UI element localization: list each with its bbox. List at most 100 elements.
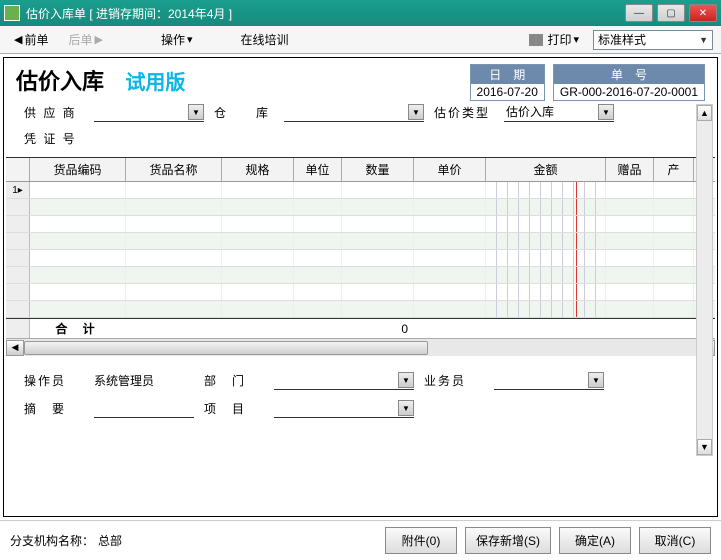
type-label: 估价类型 xyxy=(434,104,494,121)
next-doc-button[interactable]: 后单▶ xyxy=(62,29,108,50)
caret-down-icon: ▼ xyxy=(598,104,614,120)
scroll-track-v[interactable] xyxy=(697,121,712,439)
col-name[interactable]: 货品名称 xyxy=(126,158,222,181)
project-label: 项 目 xyxy=(204,400,264,417)
arrow-right-icon: ▶ xyxy=(95,33,103,46)
scroll-up-button[interactable]: ▲ xyxy=(697,105,712,121)
h-scrollbar[interactable]: ◀ ▶ xyxy=(6,338,715,356)
col-index xyxy=(6,158,30,181)
date-label: 日 期 xyxy=(471,65,544,84)
dept-combo[interactable]: ▼ xyxy=(274,370,414,390)
save-new-button[interactable]: 保存新增(S) xyxy=(465,527,551,554)
print-icon xyxy=(529,34,543,46)
training-link[interactable]: 在线培训 xyxy=(235,29,295,50)
ok-button[interactable]: 确定(A) xyxy=(559,527,631,554)
table-row[interactable] xyxy=(6,199,715,216)
col-unit[interactable]: 单位 xyxy=(294,158,342,181)
dept-label: 部 门 xyxy=(204,372,264,389)
next-label: 后单 xyxy=(68,31,92,48)
minimize-button[interactable]: — xyxy=(625,4,653,22)
warehouse-label: 仓 库 xyxy=(214,104,274,121)
table-row[interactable] xyxy=(6,216,715,233)
style-select[interactable]: 标准样式 ▼ xyxy=(593,30,713,50)
total-label: 合 计 xyxy=(30,320,126,337)
prev-doc-button[interactable]: ◀前单 xyxy=(8,29,54,50)
col-price[interactable]: 单价 xyxy=(414,158,486,181)
summary-label: 摘 要 xyxy=(24,400,84,417)
table-row[interactable] xyxy=(6,182,715,199)
col-product[interactable]: 产 xyxy=(654,158,694,181)
total-qty: 0 xyxy=(342,322,414,336)
docno-label: 单 号 xyxy=(554,65,704,84)
trial-badge: 试用版 xyxy=(125,72,185,94)
operator-value: 系统管理员 xyxy=(94,372,194,389)
table-row[interactable] xyxy=(6,250,715,267)
type-value: 估价入库 xyxy=(504,103,554,120)
date-badge: 日 期 2016-07-20 xyxy=(470,64,545,101)
caret-down-icon: ▼ xyxy=(398,400,414,416)
warehouse-combo[interactable]: ▼ xyxy=(284,102,424,122)
window-controls: — ▢ ✕ xyxy=(625,4,717,22)
operator-label: 操作员 xyxy=(24,372,84,389)
branch-info: 分支机构名称： 总部 xyxy=(10,532,377,549)
supplier-combo[interactable]: ▼ xyxy=(94,102,204,122)
docno-badge: 单 号 GR-000-2016-07-20-0001 xyxy=(553,64,705,101)
caret-down-icon: ▾ xyxy=(187,33,193,46)
scroll-down-button[interactable]: ▼ xyxy=(697,439,712,455)
grid: 货品编码 货品名称 规格 单位 数量 单价 金额 赠品 产 合 计 0 ◀ xyxy=(6,157,715,356)
toolbar: ◀前单 后单▶ 操作▾ 在线培训 打印▾ 标准样式 ▼ xyxy=(0,26,721,54)
caret-down-icon: ▼ xyxy=(699,35,708,45)
caret-down-icon: ▼ xyxy=(188,104,204,120)
prev-label: 前单 xyxy=(24,31,48,48)
maximize-button[interactable]: ▢ xyxy=(657,4,685,22)
type-combo[interactable]: 估价入库 ▼ xyxy=(504,102,614,122)
doc-header: 估价入库 试用版 日 期 2016-07-20 单 号 GR-000-2016-… xyxy=(4,58,717,98)
document-panel: 估价入库 试用版 日 期 2016-07-20 单 号 GR-000-2016-… xyxy=(3,57,718,517)
summary-input[interactable] xyxy=(94,398,194,418)
header-badges: 日 期 2016-07-20 单 号 GR-000-2016-07-20-000… xyxy=(470,64,705,101)
scroll-thumb[interactable] xyxy=(24,341,428,355)
total-row: 合 计 0 xyxy=(6,318,715,338)
cancel-button[interactable]: 取消(C) xyxy=(639,527,711,554)
voucher-label: 凭 证 号 xyxy=(24,130,84,147)
print-button[interactable]: 打印▾ xyxy=(523,29,585,50)
operate-menu[interactable]: 操作▾ xyxy=(155,29,199,50)
sales-label: 业务员 xyxy=(424,372,484,389)
arrow-left-icon: ◀ xyxy=(14,33,22,46)
table-row[interactable] xyxy=(6,233,715,250)
col-qty[interactable]: 数量 xyxy=(342,158,414,181)
caret-down-icon: ▾ xyxy=(573,33,579,46)
grid-body[interactable] xyxy=(6,182,715,318)
attachment-button[interactable]: 附件(0) xyxy=(385,527,457,554)
col-code[interactable]: 货品编码 xyxy=(30,158,126,181)
caret-down-icon: ▼ xyxy=(408,104,424,120)
date-value: 2016-07-20 xyxy=(471,84,544,100)
sales-combo[interactable]: ▼ xyxy=(494,370,604,390)
docno-value: GR-000-2016-07-20-0001 xyxy=(554,84,704,100)
branch-value: 总部 xyxy=(98,532,122,549)
status-bar: 分支机构名称： 总部 附件(0) 保存新增(S) 确定(A) 取消(C) xyxy=(0,520,721,560)
form-row-1: 供 应 商 ▼ 仓 库 ▼ 估价类型 估价入库 ▼ xyxy=(4,98,717,126)
supplier-label: 供 应 商 xyxy=(24,104,84,121)
table-row[interactable] xyxy=(6,267,715,284)
table-row[interactable] xyxy=(6,301,715,318)
close-button[interactable]: ✕ xyxy=(689,4,717,22)
style-value: 标准样式 xyxy=(598,31,646,48)
caret-down-icon: ▼ xyxy=(398,372,414,388)
doc-title: 估价入库 xyxy=(16,64,104,96)
project-combo[interactable]: ▼ xyxy=(274,398,414,418)
caret-down-icon: ▼ xyxy=(588,372,604,388)
v-scrollbar[interactable]: ▲ ▼ xyxy=(696,104,713,456)
col-spec[interactable]: 规格 xyxy=(222,158,294,181)
scroll-left-button[interactable]: ◀ xyxy=(6,340,24,356)
window-title: 估价入库单 [ 进销存期间：2014年4月 ] xyxy=(26,5,625,22)
table-row[interactable] xyxy=(6,284,715,301)
scroll-track[interactable] xyxy=(24,340,697,356)
training-label: 在线培训 xyxy=(241,31,289,48)
app-icon xyxy=(4,5,20,21)
lower-form: 操作员 系统管理员 部 门 ▼ 业务员 ▼ 摘 要 项 目 ▼ xyxy=(4,356,717,432)
title-bar: 估价入库单 [ 进销存期间：2014年4月 ] — ▢ ✕ xyxy=(0,0,721,26)
operate-label: 操作 xyxy=(161,31,185,48)
col-amount[interactable]: 金额 xyxy=(486,158,606,181)
col-gift[interactable]: 赠品 xyxy=(606,158,654,181)
